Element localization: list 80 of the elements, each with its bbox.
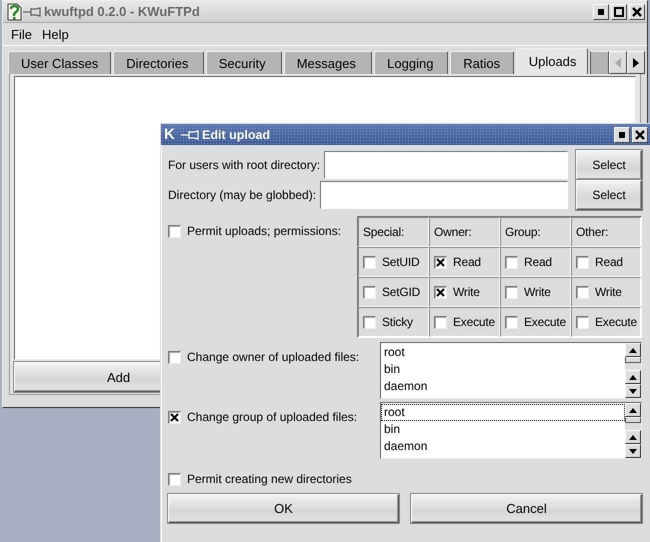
close-button[interactable] xyxy=(629,4,645,20)
tab[interactable]: Uploads xyxy=(516,48,588,74)
close-icon xyxy=(635,130,645,140)
checkbox-label[interactable]: Change owner of uploaded files: xyxy=(187,350,360,364)
checkbox-label[interactable]: Read xyxy=(595,255,623,269)
column-header: Owner: xyxy=(434,225,472,239)
field-label: Directory (may be globbed): xyxy=(168,188,316,202)
checkbox[interactable] xyxy=(576,316,589,328)
tab[interactable]: Ratios xyxy=(450,51,514,74)
checkbox-label[interactable]: Read xyxy=(524,255,552,269)
list-item[interactable]: daemon xyxy=(381,438,625,455)
maximize-button[interactable] xyxy=(611,4,627,20)
checkbox[interactable] xyxy=(434,286,447,298)
checkbox[interactable] xyxy=(168,224,181,238)
checkbox-label[interactable]: Change group of uploaded files: xyxy=(187,410,358,424)
checkbox-label[interactable]: Write xyxy=(524,285,551,299)
minimize-icon xyxy=(598,8,604,14)
input-field[interactable] xyxy=(324,151,568,179)
help-document-icon[interactable] xyxy=(6,2,22,20)
checkbox[interactable] xyxy=(168,410,181,424)
checkbox[interactable] xyxy=(363,256,376,268)
input-field[interactable] xyxy=(320,181,568,209)
caret-up-icon xyxy=(629,434,637,440)
column-header: Special: xyxy=(363,225,404,239)
scroll-right-button[interactable] xyxy=(627,51,646,74)
select-button[interactable]: Select xyxy=(576,150,642,180)
checkbox[interactable] xyxy=(168,350,181,364)
caret-left-icon xyxy=(615,58,622,68)
close-icon xyxy=(632,6,642,16)
checkbox[interactable] xyxy=(505,286,518,298)
scrollbar[interactable] xyxy=(625,343,641,398)
checkbox[interactable] xyxy=(505,256,518,268)
tab[interactable]: Logging xyxy=(374,51,448,74)
scroll-left-button[interactable] xyxy=(609,51,628,74)
checkbox[interactable] xyxy=(363,316,376,328)
minimize-button[interactable] xyxy=(614,126,630,142)
checkbox[interactable] xyxy=(505,316,518,328)
caret-down-icon xyxy=(629,448,637,454)
dialog-title: Edit upload xyxy=(202,128,272,142)
maximize-icon xyxy=(614,6,624,16)
dialog-button[interactable]: OK xyxy=(168,494,399,523)
field-label: For users with root directory: xyxy=(168,158,320,172)
checkbox-label[interactable]: Read xyxy=(453,255,481,269)
tab[interactable]: User Classes xyxy=(8,51,112,74)
tab[interactable] xyxy=(590,51,610,74)
list-item[interactable]: root xyxy=(381,344,625,361)
menu-item[interactable]: File xyxy=(11,26,32,42)
pin-icon[interactable] xyxy=(22,6,42,16)
caret-up-icon xyxy=(629,348,637,352)
checkbox[interactable] xyxy=(168,472,181,486)
list-item[interactable]: bin xyxy=(381,421,625,438)
list-item[interactable]: root xyxy=(381,404,625,421)
checkbox[interactable] xyxy=(576,286,589,298)
checkbox-label[interactable]: Permit creating new directories xyxy=(187,472,352,486)
column-header: Other: xyxy=(576,225,608,239)
checkbox[interactable] xyxy=(434,316,447,328)
checkbox-label[interactable]: Write xyxy=(595,285,622,299)
checkbox[interactable] xyxy=(434,256,447,268)
checkbox-label[interactable]: Write xyxy=(453,285,480,299)
checkbox[interactable] xyxy=(363,286,376,298)
caret-down-icon xyxy=(629,388,637,394)
dialog-button[interactable]: Cancel xyxy=(411,494,642,523)
checkbox[interactable] xyxy=(576,256,589,268)
tab[interactable]: Messages xyxy=(284,51,372,74)
minimize-button[interactable] xyxy=(593,4,609,20)
close-button[interactable] xyxy=(632,126,648,142)
minimize-icon xyxy=(619,132,625,138)
tab[interactable]: Security xyxy=(206,51,282,74)
checkbox-label[interactable]: Permit uploads; permissions: xyxy=(187,224,342,238)
column-header: Group: xyxy=(505,225,540,239)
list-item[interactable]: daemon xyxy=(381,378,625,395)
select-button[interactable]: Select xyxy=(576,180,642,210)
list-item[interactable]: bin xyxy=(381,361,625,378)
caret-right-icon xyxy=(633,58,640,68)
tab[interactable]: Directories xyxy=(113,51,204,74)
app-logo: K xyxy=(164,126,176,143)
caret-up-icon xyxy=(629,374,637,380)
window-title: kwuftpd 0.2.0 - KWuFTPd xyxy=(44,4,201,19)
scrollbar[interactable] xyxy=(625,403,641,458)
menu-item[interactable]: Help xyxy=(42,26,69,42)
